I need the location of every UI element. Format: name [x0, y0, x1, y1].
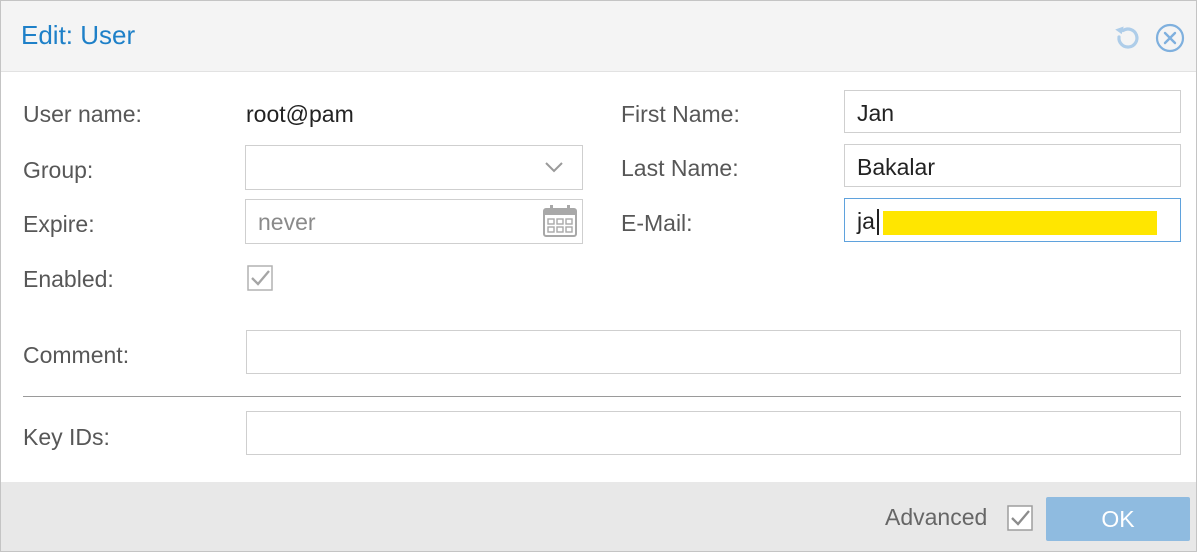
close-icon[interactable] [1155, 23, 1185, 53]
edit-user-dialog: Edit: User User name: root@pam Group: Ex… [0, 0, 1197, 552]
key-ids-label: Key IDs: [23, 424, 110, 450]
last-name-field[interactable]: Bakalar [844, 144, 1181, 187]
calendar-icon[interactable] [538, 200, 582, 243]
group-label: Group: [23, 157, 94, 183]
enabled-label: Enabled: [23, 266, 114, 292]
dialog-header: Edit: User [1, 1, 1196, 72]
text-cursor [877, 209, 879, 235]
expire-label: Expire: [23, 211, 95, 237]
ok-button[interactable]: OK [1046, 497, 1190, 541]
email-label: E-Mail: [621, 210, 693, 236]
key-ids-field[interactable] [246, 411, 1181, 455]
last-name-value: Bakalar [857, 154, 935, 180]
group-select[interactable] [245, 145, 583, 190]
first-name-field[interactable]: Jan [844, 90, 1181, 133]
first-name-value: Jan [857, 100, 895, 126]
last-name-label: Last Name: [621, 155, 739, 181]
dialog-title: Edit: User [21, 20, 136, 50]
comment-field[interactable] [246, 330, 1181, 374]
email-value: ja [857, 208, 875, 234]
advanced-checkbox[interactable] [1007, 505, 1033, 531]
enabled-checkbox[interactable] [247, 265, 273, 291]
advanced-label: Advanced [885, 504, 988, 530]
dialog-footer: Advanced OK [1, 482, 1196, 551]
comment-label: Comment: [23, 342, 130, 368]
first-name-label: First Name: [621, 101, 740, 127]
username-value: root@pam [246, 101, 354, 127]
chevron-down-icon[interactable] [538, 146, 582, 189]
expire-placeholder: never [258, 209, 316, 235]
reset-icon[interactable] [1112, 23, 1142, 53]
section-divider [23, 396, 1181, 397]
redaction-overlay [883, 211, 1157, 235]
expire-date-field[interactable]: never [245, 199, 583, 244]
username-label: User name: [23, 101, 142, 127]
